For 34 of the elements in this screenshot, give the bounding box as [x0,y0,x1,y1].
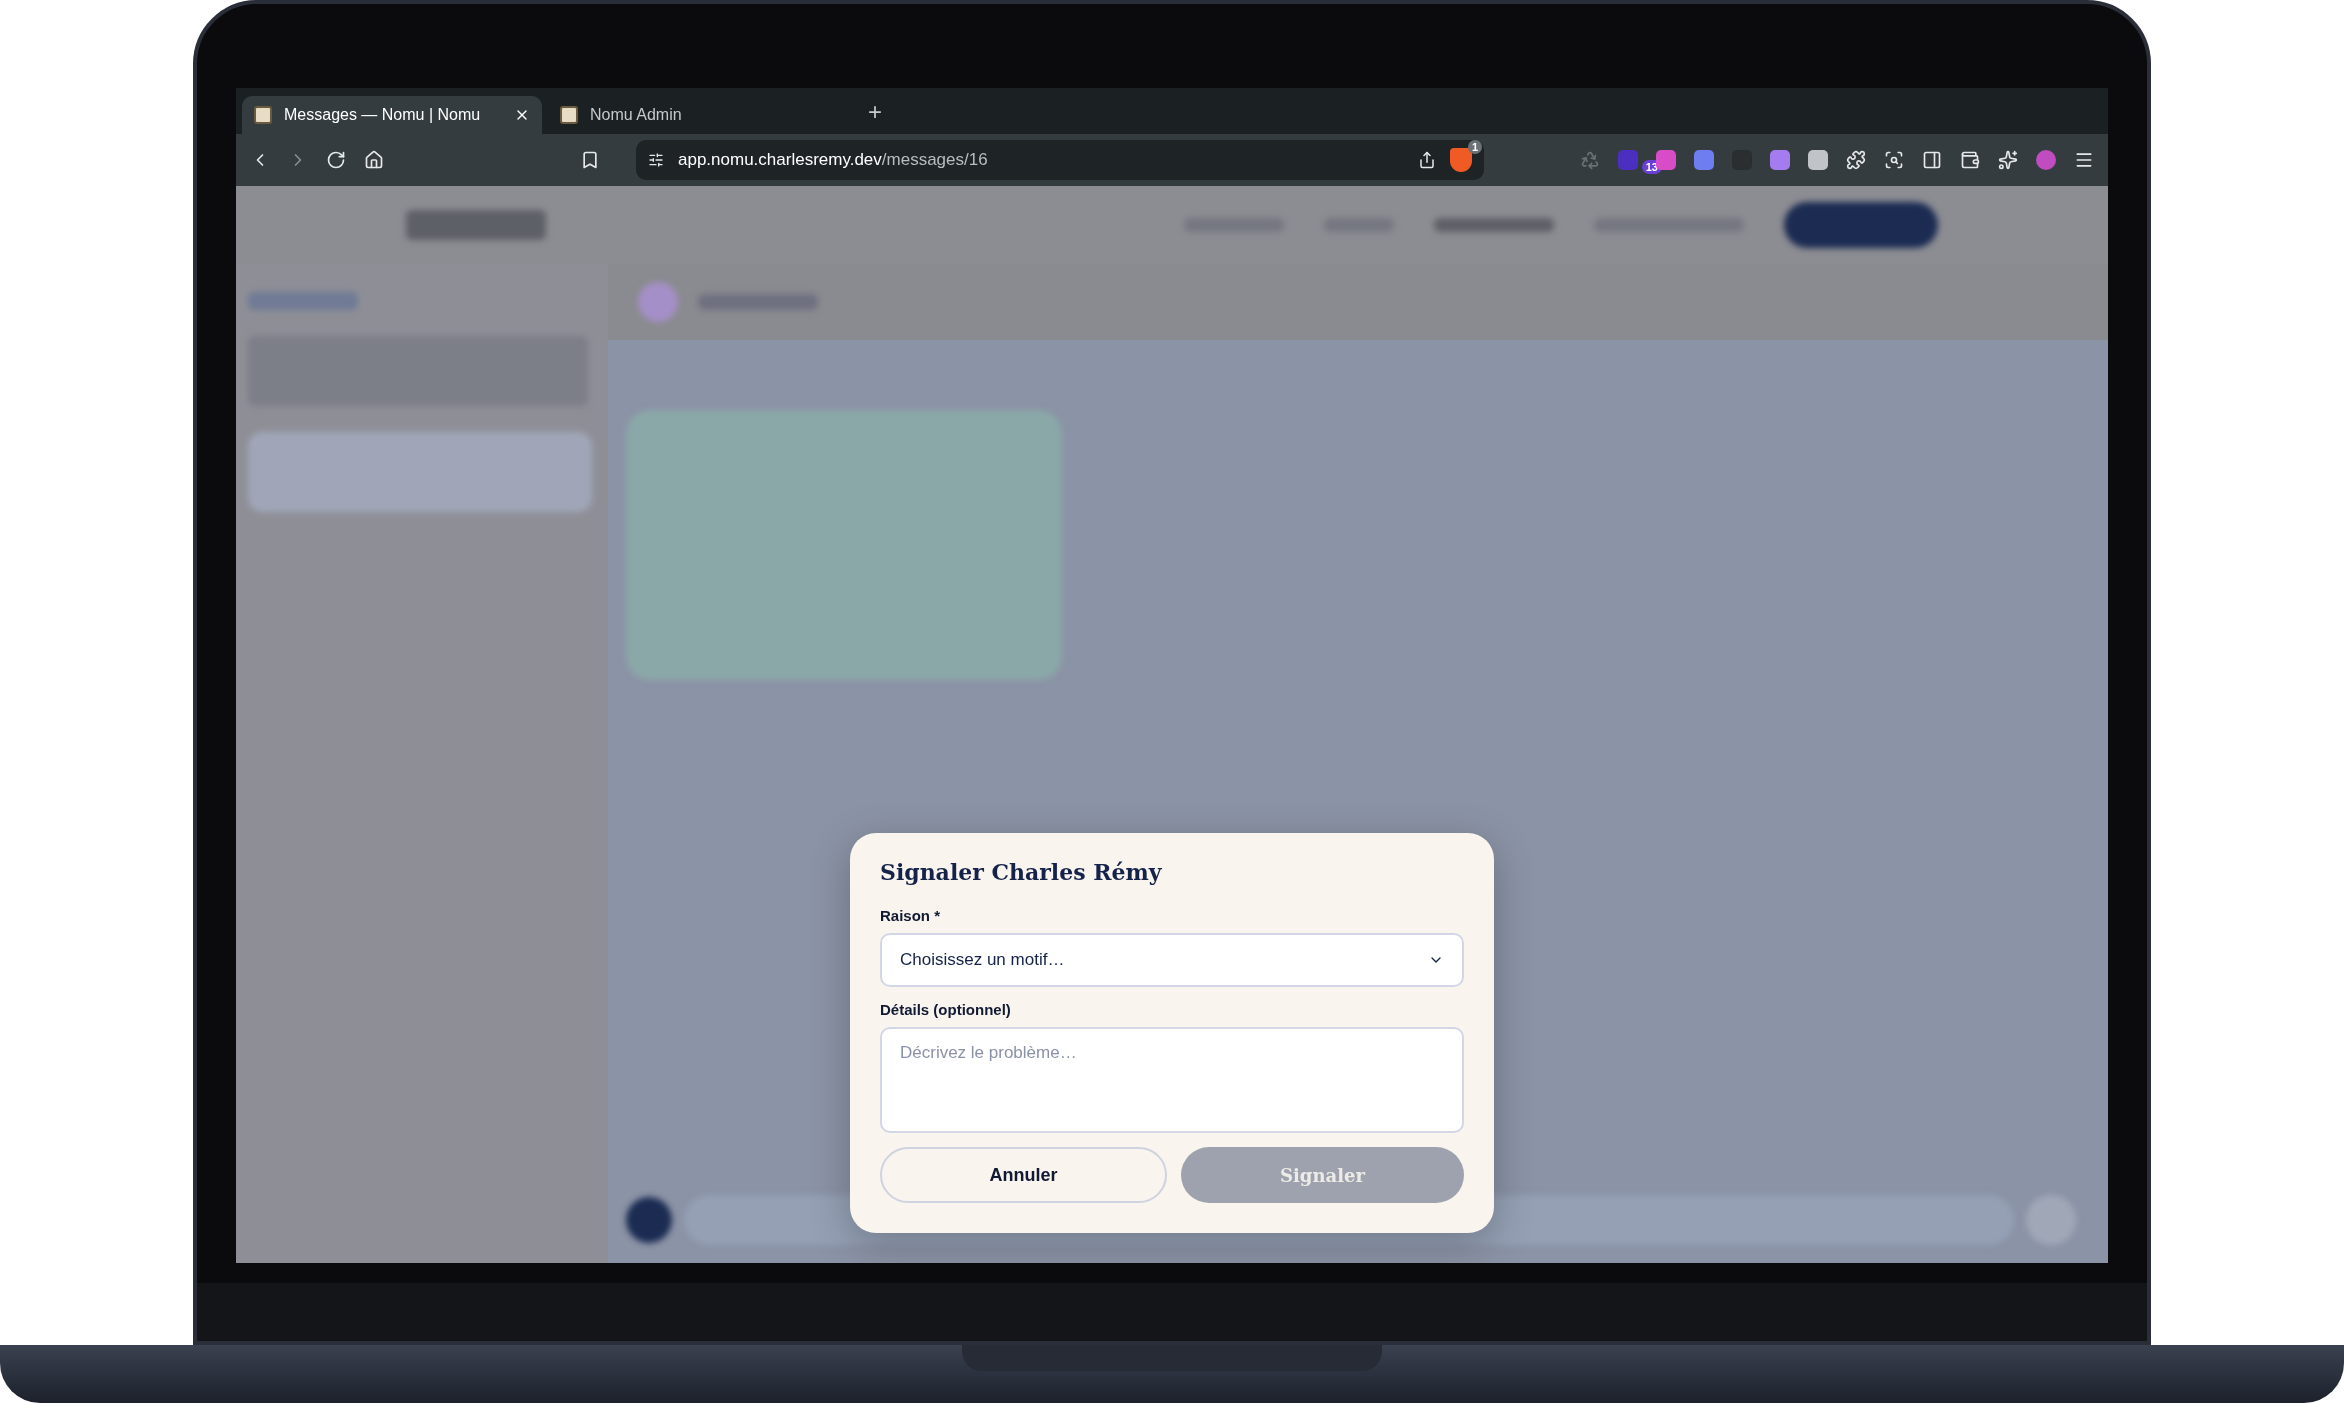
reload-icon[interactable] [326,150,346,170]
site-settings-icon[interactable] [648,152,664,168]
extension-icon[interactable] [1808,150,1828,170]
share-icon[interactable] [1418,151,1436,169]
details-field[interactable]: Décrivez le problème… [880,1027,1464,1133]
shield-icon[interactable] [1450,148,1472,172]
tab-title: Messages — Nomu | Nomu [284,106,482,124]
browser-tab[interactable]: Messages — Nomu | Nomu [242,96,542,134]
screenshot-search-icon[interactable] [1884,150,1904,170]
extension-icon[interactable] [1770,150,1790,170]
dialog-title: Signaler Charles Rémy [880,859,1163,885]
shield-count: 1 [1467,140,1482,154]
new-tab-button[interactable]: + [854,98,896,134]
address-bar[interactable]: app.nomu.charlesremy.dev/messages/16 1 [636,140,1484,180]
favicon-icon [254,106,272,124]
extension-icon[interactable] [1694,150,1714,170]
reason-select[interactable]: Choisissez un motif… [880,933,1464,987]
profile-avatar[interactable] [2036,150,2056,170]
puzzle-icon[interactable] [1846,150,1866,170]
wallet-icon[interactable] [1960,150,1980,170]
tab-title: Nomu Admin [590,106,683,124]
details-label: Détails (optionnel) [880,1001,1012,1018]
sidebar-icon[interactable] [1922,150,1942,170]
sparkle-icon[interactable] [1998,150,2018,170]
blurred-avatar [638,282,678,322]
extension-icon[interactable] [1656,150,1676,170]
cancel-button[interactable]: Annuler [880,1147,1167,1203]
url-text: app.nomu.charlesremy.dev/messages/16 [678,150,989,170]
menu-icon[interactable] [2074,150,2094,170]
reason-label: Raison * [880,907,941,924]
favicon-icon [560,106,578,124]
home-icon[interactable] [364,150,384,170]
bookmark-icon[interactable] [580,150,600,170]
browser-tab[interactable]: Nomu Admin [548,96,848,134]
